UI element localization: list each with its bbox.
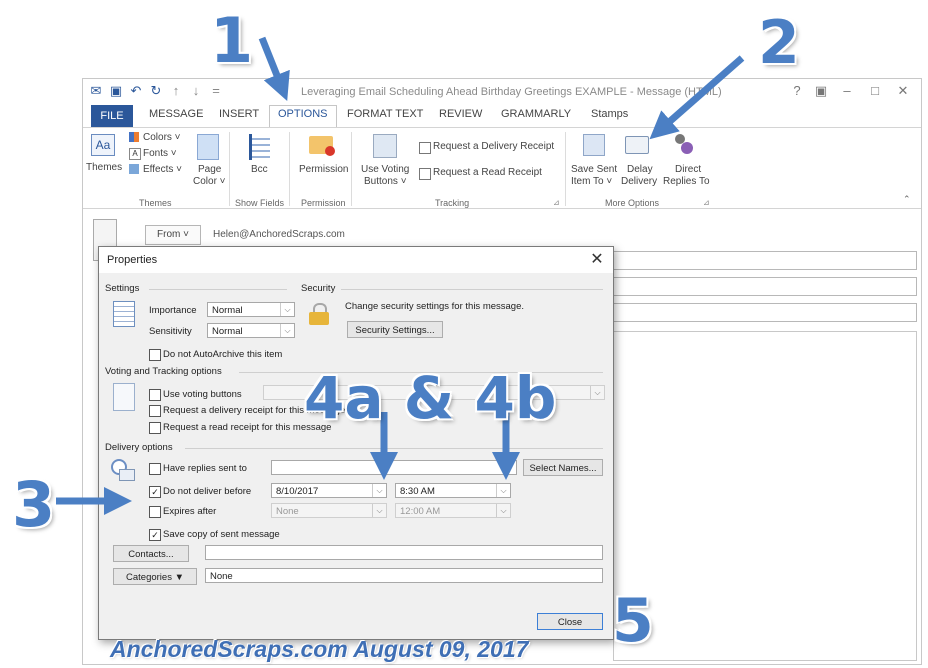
arrow-1: [258, 36, 290, 101]
annotation-arrows: [56, 36, 745, 515]
step-5-label: 5: [612, 586, 654, 656]
step-1-label: 1: [210, 4, 254, 77]
step-2-label: 2: [758, 8, 800, 78]
arrow-2: [649, 55, 745, 140]
watermark: AnchoredScraps.com August 09, 2017: [110, 636, 529, 662]
step-4-label: 4a & 4b: [304, 364, 557, 432]
step-3-label: 3: [12, 468, 56, 541]
